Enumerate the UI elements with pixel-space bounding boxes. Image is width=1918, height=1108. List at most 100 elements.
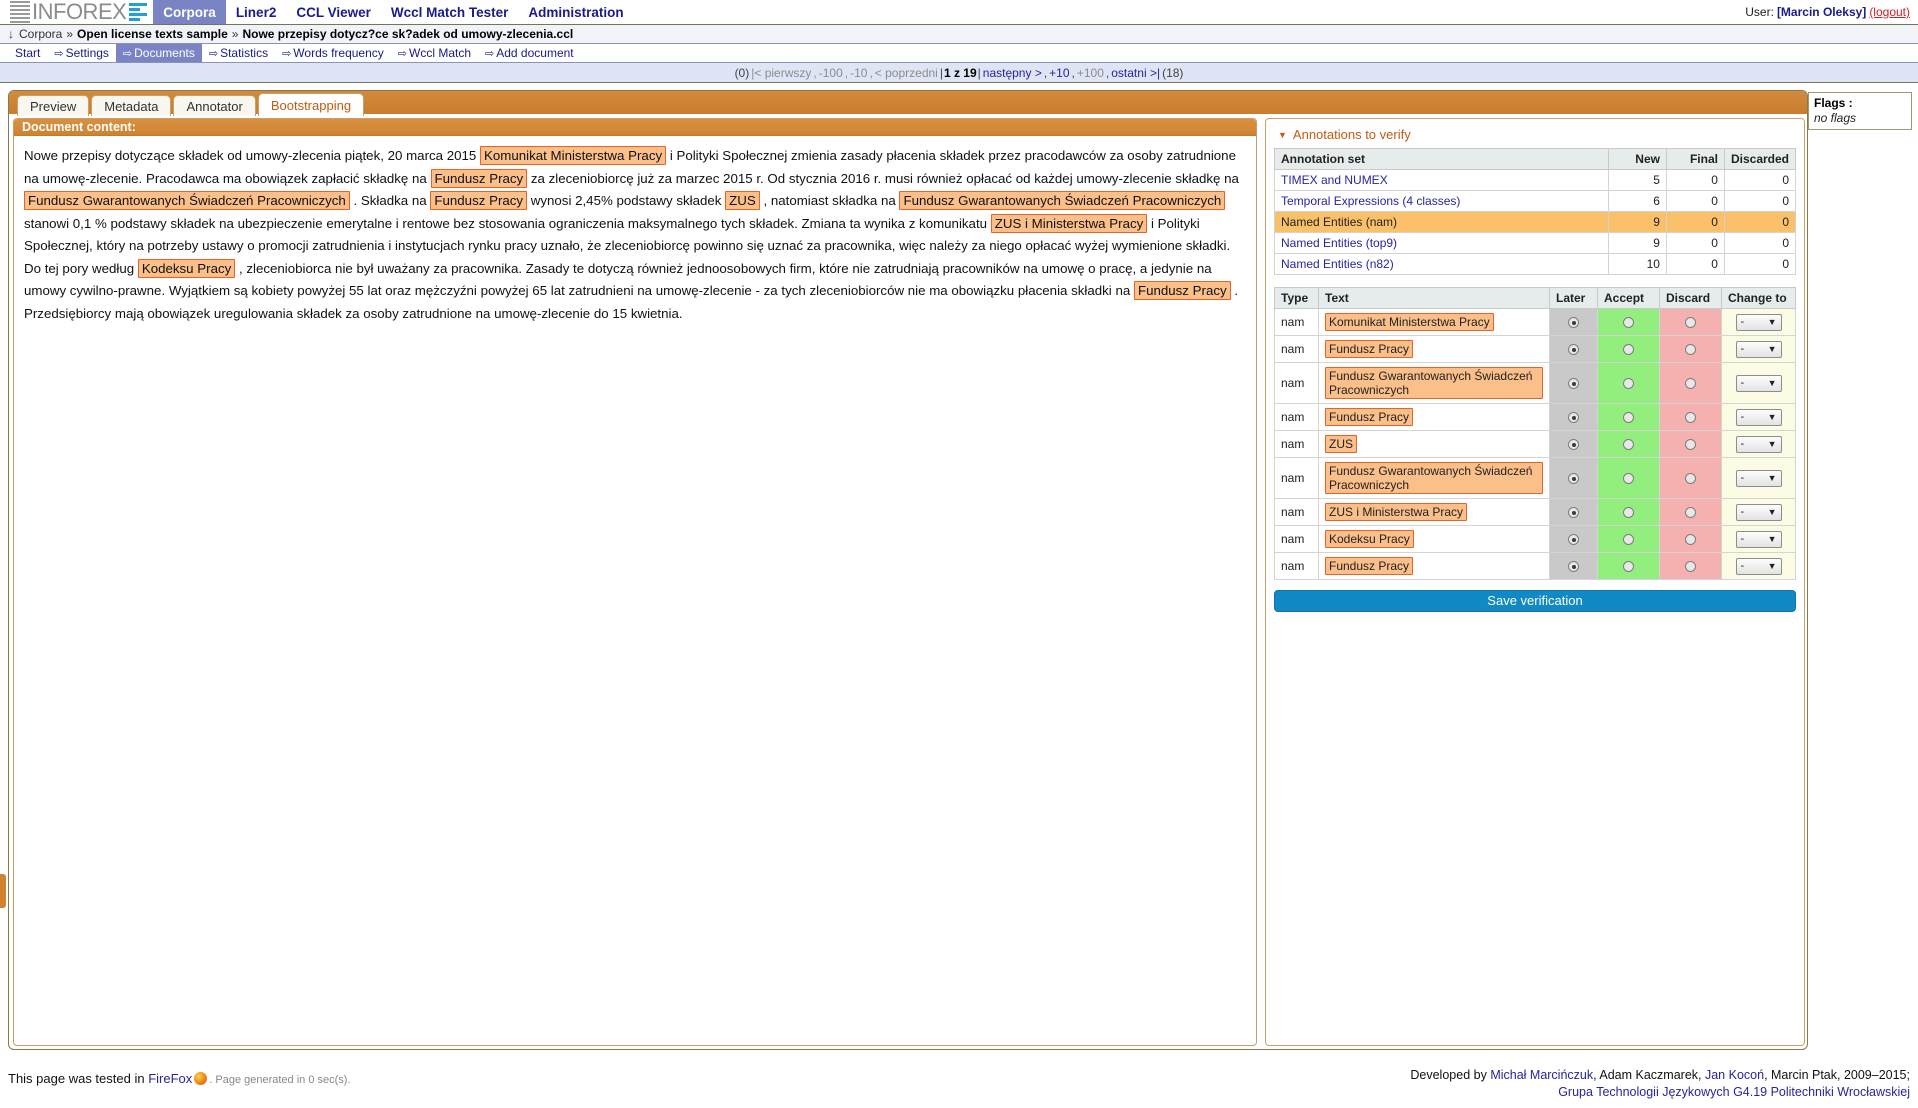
- later-radio[interactable]: [1568, 534, 1579, 546]
- discard-radio-cell[interactable]: [1659, 552, 1722, 580]
- table-row[interactable]: nam ZUS - ▼: [1274, 430, 1796, 458]
- chevron-down-icon[interactable]: ▼: [1768, 410, 1777, 425]
- accept-radio[interactable]: [1623, 344, 1634, 356]
- discard-radio-cell[interactable]: [1659, 362, 1722, 404]
- document-annotation[interactable]: Fundusz Gwarantowanych Świadczeń Pracown…: [24, 191, 350, 210]
- document-annotation[interactable]: ZUS i Ministerstwa Pracy: [990, 213, 1148, 233]
- verify-annotation-text[interactable]: ZUS i Ministerstwa Pracy: [1325, 503, 1468, 521]
- table-row[interactable]: nam Fundusz Pracy - ▼: [1274, 335, 1796, 363]
- document-annotation[interactable]: Fundusz Pracy: [430, 191, 528, 210]
- annotation-set-name[interactable]: Named Entities (top9): [1274, 232, 1609, 254]
- change-to-cell[interactable]: - ▼: [1721, 362, 1796, 404]
- change-to-select[interactable]: - ▼: [1735, 408, 1782, 426]
- annotation-set-link[interactable]: Named Entities (n82): [1281, 257, 1394, 271]
- discard-radio[interactable]: [1685, 378, 1696, 390]
- later-radio-cell[interactable]: [1549, 362, 1598, 404]
- footer-firefox-link[interactable]: FireFox: [148, 1071, 192, 1086]
- annotation-set-link[interactable]: TIMEX and NUMEX: [1281, 173, 1388, 187]
- save-verification-button[interactable]: Save verification: [1274, 590, 1796, 612]
- change-to-select[interactable]: - ▼: [1735, 435, 1782, 453]
- accept-radio-cell[interactable]: [1597, 525, 1660, 553]
- table-row[interactable]: Named Entities (n82) 10 0 0: [1274, 253, 1797, 275]
- pagination-next[interactable]: następny >: [983, 66, 1042, 80]
- later-radio-cell[interactable]: [1549, 430, 1598, 458]
- document-annotation[interactable]: Fundusz Gwarantowanych Świadczeń Pracown…: [899, 191, 1226, 210]
- later-radio[interactable]: [1568, 317, 1579, 329]
- table-row[interactable]: nam Kodeksu Pracy - ▼: [1274, 525, 1796, 553]
- footer-dev-michal[interactable]: Michał Marcińczuk: [1490, 1068, 1593, 1082]
- verify-annotation-text[interactable]: Fundusz Pracy: [1325, 340, 1414, 358]
- accept-radio-cell[interactable]: [1597, 552, 1660, 580]
- discard-radio[interactable]: [1685, 534, 1696, 546]
- change-to-select[interactable]: - ▼: [1735, 530, 1782, 548]
- discard-radio[interactable]: [1685, 412, 1696, 424]
- change-to-select[interactable]: - ▼: [1735, 313, 1782, 331]
- chevron-down-icon[interactable]: ▼: [1768, 532, 1777, 547]
- change-to-cell[interactable]: - ▼: [1721, 457, 1796, 499]
- document-annotation[interactable]: Kodeksu Pracy: [137, 258, 236, 278]
- chevron-down-icon[interactable]: ▼: [1768, 471, 1777, 486]
- discard-radio-cell[interactable]: [1659, 335, 1722, 363]
- discard-radio[interactable]: [1685, 317, 1696, 329]
- later-radio-cell[interactable]: [1549, 335, 1598, 363]
- annotation-set-name[interactable]: Named Entities (n82): [1274, 253, 1609, 275]
- document-annotation[interactable]: Komunikat Ministerstwa Pracy: [480, 146, 667, 165]
- footer-group-link[interactable]: Grupa Technologii Językowych G4.19 Polit…: [1558, 1085, 1910, 1099]
- breadcrumb-down-arrow-icon[interactable]: ↓: [8, 27, 14, 41]
- nav-item-administration[interactable]: Administration: [518, 0, 633, 24]
- discard-radio-cell[interactable]: [1659, 403, 1722, 431]
- accept-radio-cell[interactable]: [1597, 457, 1660, 499]
- verify-annotation-text[interactable]: Komunikat Ministerstwa Pracy: [1325, 313, 1494, 331]
- accept-radio[interactable]: [1623, 507, 1634, 519]
- accept-radio[interactable]: [1623, 561, 1634, 573]
- table-row[interactable]: nam Fundusz Pracy - ▼: [1274, 403, 1796, 431]
- change-to-select[interactable]: - ▼: [1735, 557, 1782, 575]
- pagination-last[interactable]: ostatni >|: [1111, 66, 1160, 80]
- later-radio[interactable]: [1568, 473, 1579, 485]
- footer-dev-jan[interactable]: Jan Kocoń: [1705, 1068, 1764, 1082]
- discard-radio[interactable]: [1685, 561, 1696, 573]
- subnav-item-words-frequency[interactable]: ⇨ Words frequency: [275, 44, 391, 62]
- accept-radio-cell[interactable]: [1597, 308, 1660, 336]
- change-to-select[interactable]: - ▼: [1735, 340, 1782, 358]
- discard-radio[interactable]: [1685, 507, 1696, 519]
- table-row[interactable]: nam Komunikat Ministerstwa Pracy - ▼: [1274, 308, 1796, 336]
- table-row[interactable]: Temporal Expressions (4 classes) 6 0 0: [1274, 190, 1797, 212]
- change-to-select[interactable]: - ▼: [1735, 503, 1782, 521]
- verify-annotation-text[interactable]: Fundusz Pracy: [1325, 557, 1414, 575]
- subnav-item-wccl-match[interactable]: ⇨ Wccl Match: [391, 44, 478, 62]
- subnav-item-start[interactable]: Start: [6, 44, 47, 62]
- annotation-set-name[interactable]: Named Entities (nam): [1274, 211, 1609, 233]
- change-to-select[interactable]: - ▼: [1735, 469, 1782, 487]
- later-radio[interactable]: [1568, 561, 1579, 573]
- subnav-item-documents[interactable]: ⇨ Documents: [115, 44, 202, 62]
- collapse-caret-icon[interactable]: ▼: [1278, 130, 1287, 140]
- table-row[interactable]: nam ZUS i Ministerstwa Pracy - ▼: [1274, 498, 1796, 526]
- subnav-item-settings[interactable]: ⇨ Settings: [47, 44, 116, 62]
- document-annotation[interactable]: Fundusz Pracy: [430, 168, 528, 188]
- change-to-cell[interactable]: - ▼: [1721, 498, 1796, 526]
- accept-radio[interactable]: [1623, 439, 1634, 451]
- accept-radio[interactable]: [1623, 534, 1634, 546]
- annotation-set-name[interactable]: TIMEX and NUMEX: [1274, 169, 1609, 191]
- later-radio[interactable]: [1568, 507, 1579, 519]
- annotations-to-verify-title[interactable]: ▼ Annotations to verify: [1278, 127, 1796, 142]
- change-to-cell[interactable]: - ▼: [1721, 552, 1796, 580]
- discard-radio-cell[interactable]: [1659, 308, 1722, 336]
- accept-radio[interactable]: [1623, 473, 1634, 485]
- tab-metadata[interactable]: Metadata: [91, 95, 172, 116]
- annotation-set-link[interactable]: Named Entities (nam): [1281, 215, 1397, 229]
- change-to-cell[interactable]: - ▼: [1721, 308, 1796, 336]
- chevron-down-icon[interactable]: ▼: [1768, 437, 1777, 452]
- chevron-down-icon[interactable]: ▼: [1768, 559, 1777, 574]
- later-radio-cell[interactable]: [1549, 525, 1598, 553]
- tab-preview[interactable]: Preview: [17, 95, 90, 116]
- change-to-cell[interactable]: - ▼: [1721, 525, 1796, 553]
- verify-annotation-text[interactable]: Kodeksu Pracy: [1325, 530, 1414, 548]
- nav-item-liner2[interactable]: Liner2: [226, 0, 287, 24]
- discard-radio[interactable]: [1685, 473, 1696, 485]
- verify-annotation-text[interactable]: Fundusz Gwarantowanych Świadczeń Pracown…: [1325, 367, 1543, 399]
- document-annotation[interactable]: ZUS: [725, 191, 760, 210]
- later-radio-cell[interactable]: [1549, 403, 1598, 431]
- chevron-down-icon[interactable]: ▼: [1768, 376, 1777, 391]
